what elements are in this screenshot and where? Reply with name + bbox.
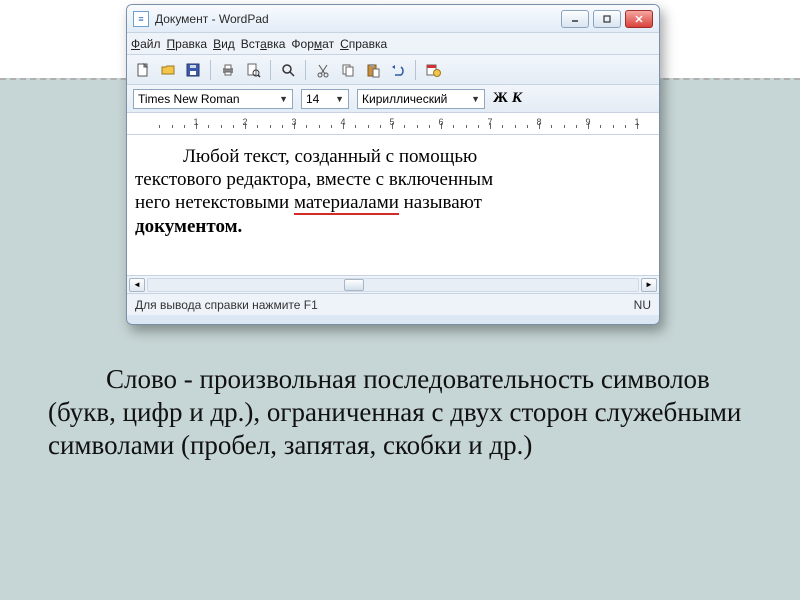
minimize-button[interactable] — [561, 10, 589, 28]
ruler-number: 9 — [585, 117, 590, 127]
doc-text: текстового редактора, вместе с включенны… — [135, 169, 493, 190]
maximize-icon — [602, 14, 612, 24]
app-icon: ≡ — [133, 11, 149, 27]
chevron-down-icon: ▼ — [471, 94, 480, 104]
datetime-icon — [425, 62, 441, 78]
status-indicator: NU — [634, 298, 651, 312]
save-icon — [185, 62, 201, 78]
preview-icon — [245, 62, 261, 78]
doc-text: называют — [399, 192, 482, 213]
cut-icon — [315, 62, 331, 78]
menu-file[interactable]: Файл — [131, 37, 161, 51]
titlebar[interactable]: ≡ Документ - WordPad — [127, 5, 659, 33]
preview-button[interactable] — [243, 60, 263, 80]
close-button[interactable] — [625, 10, 653, 28]
script-value: Кириллический — [362, 92, 467, 106]
open-icon — [160, 62, 176, 78]
chevron-down-icon: ▼ — [335, 94, 344, 104]
size-value: 14 — [306, 92, 331, 106]
font-combo[interactable]: Times New Roman ▼ — [133, 89, 293, 109]
ruler[interactable]: 1 2 3 4 5 6 7 8 9 1 — [127, 113, 659, 135]
document-area[interactable]: Любой текст, созданный с помощью текстов… — [127, 135, 659, 275]
slide-caption: Слово - произвольная последовательность … — [48, 363, 748, 462]
undo-icon — [390, 62, 406, 78]
doc-text-bold: документом. — [135, 216, 242, 237]
undo-button[interactable] — [388, 60, 408, 80]
copy-icon — [340, 62, 356, 78]
find-icon — [280, 62, 296, 78]
toolbar-sep-4 — [415, 60, 416, 80]
close-icon — [634, 14, 644, 24]
caption-text: Слово - произвольная последовательность … — [48, 363, 748, 462]
maximize-button[interactable] — [593, 10, 621, 28]
scroll-left-button[interactable]: ◄ — [129, 278, 145, 292]
ruler-number: 1 — [634, 117, 639, 127]
menu-format[interactable]: Формат — [291, 37, 334, 51]
ruler-number: 7 — [487, 117, 492, 127]
open-button[interactable] — [158, 60, 178, 80]
menubar: Файл Правка Вид Вставка Формат Справка — [127, 33, 659, 55]
new-icon — [135, 62, 151, 78]
print-icon — [220, 62, 236, 78]
ruler-number: 1 — [193, 117, 198, 127]
wordpad-window: ≡ Документ - WordPad Файл Правка Вид Вст… — [126, 4, 660, 325]
script-combo[interactable]: Кириллический ▼ — [357, 89, 485, 109]
print-button[interactable] — [218, 60, 238, 80]
italic-button[interactable]: К — [512, 90, 522, 107]
ruler-number: 5 — [389, 117, 394, 127]
size-combo[interactable]: 14 ▼ — [301, 89, 349, 109]
new-button[interactable] — [133, 60, 153, 80]
doc-text-underlined: материалами — [294, 192, 399, 215]
menu-view[interactable]: Вид — [213, 37, 235, 51]
save-button[interactable] — [183, 60, 203, 80]
datetime-button[interactable] — [423, 60, 443, 80]
window-title: Документ - WordPad — [155, 12, 561, 26]
toolbar-sep-1 — [210, 60, 211, 80]
menu-insert[interactable]: Вставка — [241, 37, 286, 51]
statusbar: Для вывода справки нажмите F1 NU — [127, 293, 659, 315]
ruler-number: 8 — [536, 117, 541, 127]
ruler-number: 6 — [438, 117, 443, 127]
ruler-number: 2 — [242, 117, 247, 127]
scroll-right-button[interactable]: ► — [641, 278, 657, 292]
status-hint: Для вывода справки нажмите F1 — [135, 298, 318, 312]
bold-button[interactable]: Ж — [493, 90, 508, 107]
find-button[interactable] — [278, 60, 298, 80]
font-value: Times New Roman — [138, 92, 275, 106]
toolbar-sep-2 — [270, 60, 271, 80]
toolbar-sep-3 — [305, 60, 306, 80]
minimize-icon — [570, 14, 580, 24]
paste-icon — [365, 62, 381, 78]
menu-edit[interactable]: Правка — [167, 37, 208, 51]
format-bar: Times New Roman ▼ 14 ▼ Кириллический ▼ Ж… — [127, 85, 659, 113]
doc-text: Любой текст, созданный с помощью — [183, 146, 477, 167]
horizontal-scrollbar[interactable]: ◄ ► — [127, 275, 659, 293]
paste-button[interactable] — [363, 60, 383, 80]
copy-button[interactable] — [338, 60, 358, 80]
toolbar — [127, 55, 659, 85]
scroll-thumb[interactable] — [344, 279, 364, 291]
cut-button[interactable] — [313, 60, 333, 80]
doc-text: него нетекстовыми — [135, 192, 294, 213]
ruler-number: 4 — [340, 117, 345, 127]
ruler-number: 3 — [291, 117, 296, 127]
chevron-down-icon: ▼ — [279, 94, 288, 104]
scroll-track[interactable] — [147, 278, 639, 292]
menu-help[interactable]: Справка — [340, 37, 387, 51]
